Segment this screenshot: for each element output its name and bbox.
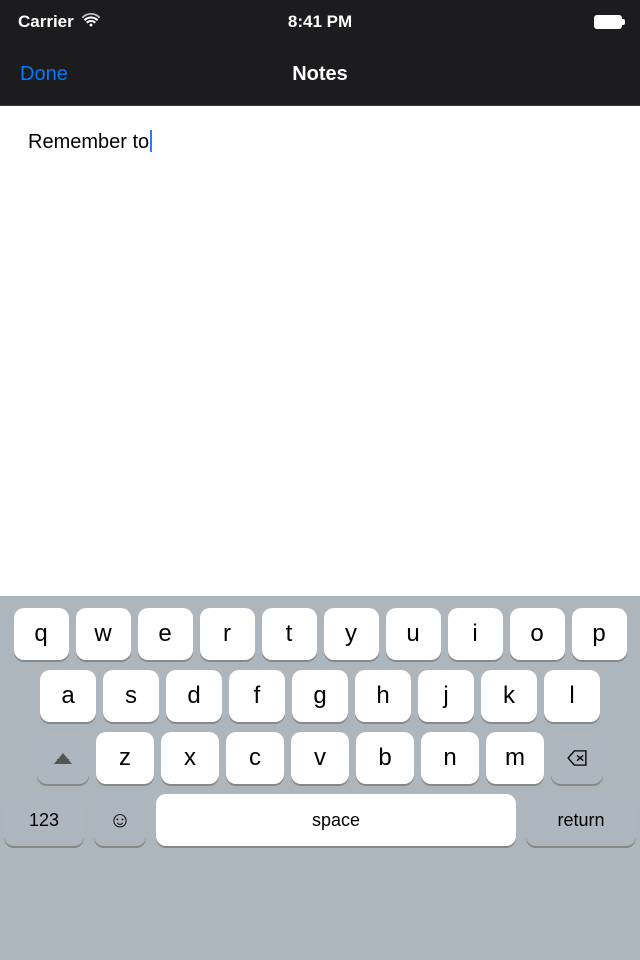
key-d[interactable]: d: [166, 670, 222, 722]
key-j[interactable]: j: [418, 670, 474, 722]
key-c[interactable]: c: [226, 732, 284, 784]
key-o[interactable]: o: [510, 608, 565, 660]
key-u[interactable]: u: [386, 608, 441, 660]
battery-container: [594, 15, 622, 29]
delete-key[interactable]: [551, 732, 603, 784]
key-p[interactable]: p: [572, 608, 627, 660]
note-area[interactable]: Remember to: [0, 106, 640, 596]
key-q[interactable]: q: [14, 608, 69, 660]
key-a[interactable]: a: [40, 670, 96, 722]
return-key[interactable]: return: [526, 794, 636, 846]
key-e[interactable]: e: [138, 608, 193, 660]
delete-icon: [566, 750, 588, 766]
keyboard-row-2: a s d f g h j k l: [4, 670, 636, 722]
note-text: Remember to: [28, 131, 149, 153]
key-r[interactable]: r: [200, 608, 255, 660]
key-i[interactable]: i: [448, 608, 503, 660]
battery-fill: [596, 17, 620, 27]
key-f[interactable]: f: [229, 670, 285, 722]
carrier-text: Carrier: [18, 12, 74, 32]
key-n[interactable]: n: [421, 732, 479, 784]
emoji-key[interactable]: ☺: [94, 794, 146, 846]
key-g[interactable]: g: [292, 670, 348, 722]
nav-title: Notes: [292, 63, 348, 86]
key-l[interactable]: l: [544, 670, 600, 722]
key-y[interactable]: y: [324, 608, 379, 660]
key-b[interactable]: b: [356, 732, 414, 784]
nav-bar: Done Notes: [0, 44, 640, 106]
keyboard: q w e r t y u i o p a s d f g h j k l z …: [0, 596, 640, 960]
keyboard-row-3: z x c v b n m: [4, 732, 636, 784]
wifi-icon: [82, 12, 100, 32]
key-s[interactable]: s: [103, 670, 159, 722]
battery-icon: [594, 15, 622, 29]
status-left: Carrier: [18, 12, 100, 32]
keyboard-row-1: q w e r t y u i o p: [4, 608, 636, 660]
key-x[interactable]: x: [161, 732, 219, 784]
key-z[interactable]: z: [96, 732, 154, 784]
key-h[interactable]: h: [355, 670, 411, 722]
status-time: 8:41 PM: [288, 12, 352, 32]
key-k[interactable]: k: [481, 670, 537, 722]
keyboard-row-4: 123 ☺ space return: [4, 794, 636, 846]
space-key[interactable]: space: [156, 794, 516, 846]
text-cursor: [150, 130, 152, 152]
shift-icon: [54, 753, 72, 764]
key-t[interactable]: t: [262, 608, 317, 660]
done-button[interactable]: Done: [20, 63, 68, 86]
status-bar: Carrier 8:41 PM: [0, 0, 640, 44]
key-m[interactable]: m: [486, 732, 544, 784]
key-v[interactable]: v: [291, 732, 349, 784]
numbers-key[interactable]: 123: [4, 794, 84, 846]
shift-key[interactable]: [37, 732, 89, 784]
key-w[interactable]: w: [76, 608, 131, 660]
